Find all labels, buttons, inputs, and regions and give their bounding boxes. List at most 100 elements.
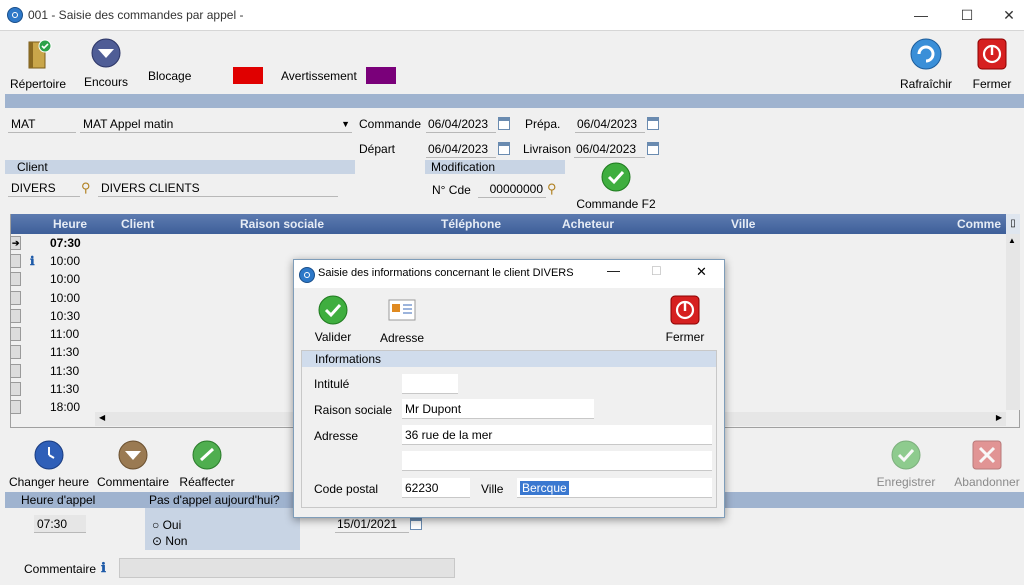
oui-label: Oui bbox=[162, 518, 182, 532]
ville-label: Ville bbox=[481, 482, 504, 496]
valider-label: Valider bbox=[314, 330, 352, 344]
reaffecter-button[interactable]: Réaffecter bbox=[174, 440, 240, 489]
prepa-date-field[interactable]: 06/04/2023 bbox=[575, 115, 645, 133]
minimize-button[interactable]: — bbox=[898, 0, 944, 30]
grid-menu-icon[interactable]: ▯ bbox=[1006, 214, 1020, 234]
repertoire-label: Répertoire bbox=[9, 77, 67, 91]
intitule-input[interactable] bbox=[402, 374, 458, 394]
enregistrer-button[interactable]: Enregistrer bbox=[870, 440, 942, 489]
adresse-button[interactable]: Adresse bbox=[376, 298, 428, 345]
maximize-button[interactable]: ☐ bbox=[944, 0, 990, 30]
dialog-title: Saisie des informations concernant le cl… bbox=[318, 267, 574, 279]
raison-sociale-label: Raison sociale bbox=[314, 403, 393, 417]
row-selector[interactable] bbox=[10, 364, 21, 378]
adresse-line2-input[interactable] bbox=[402, 451, 712, 471]
row-selector[interactable] bbox=[10, 272, 21, 286]
informations-header: Informations bbox=[302, 351, 716, 367]
changer-heure-label: Changer heure bbox=[8, 475, 90, 489]
col-client[interactable]: Client bbox=[121, 214, 154, 234]
valider-button[interactable]: Valider bbox=[310, 295, 356, 344]
commande-f2-button[interactable]: Commande F2 bbox=[572, 162, 660, 211]
window-title-bar: 001 - Saisie des commandes par appel - —… bbox=[0, 0, 1024, 31]
depart-date-field[interactable]: 06/04/2023 bbox=[426, 140, 496, 158]
commentaire-button[interactable]: Commentaire bbox=[94, 440, 172, 489]
informations-label: Informations bbox=[315, 352, 382, 366]
row-heure: 11:30 bbox=[50, 382, 80, 396]
row-selector[interactable] bbox=[10, 327, 21, 341]
heure-appel-field[interactable]: 07:30 bbox=[34, 515, 86, 533]
abandonner-button[interactable]: Abandonner bbox=[950, 440, 1024, 489]
oui-radio[interactable]: ○ Oui bbox=[152, 518, 181, 532]
row-selector[interactable]: ➔ bbox=[10, 236, 21, 250]
rafraichir-button[interactable]: Rafraîchir bbox=[896, 38, 956, 91]
col-acheteur[interactable]: Acheteur bbox=[562, 214, 614, 234]
ncde-field[interactable]: 00000000 bbox=[478, 180, 546, 198]
col-raison-sociale[interactable]: Raison sociale bbox=[240, 214, 324, 234]
repertoire-button[interactable]: Répertoire bbox=[6, 38, 70, 91]
client-name-field: DIVERS CLIENTS bbox=[98, 179, 338, 197]
scroll-left-icon[interactable]: ◀ bbox=[99, 413, 105, 422]
table-row[interactable]: ➔ 07:30 bbox=[10, 234, 1005, 252]
col-heure[interactable]: Heure bbox=[53, 214, 87, 234]
search-key-icon[interactable]: ⚲ bbox=[547, 181, 557, 197]
tournee-select[interactable]: MAT Appel matin ▼ bbox=[80, 115, 352, 133]
grid-vscrollbar[interactable]: ▲ bbox=[1006, 234, 1020, 410]
commentaire-field-label: Commentaire bbox=[24, 562, 97, 576]
tournee-value: MAT Appel matin bbox=[83, 117, 174, 131]
livraison-label: Livraison bbox=[523, 142, 572, 156]
fermer-button[interactable]: Fermer bbox=[966, 38, 1018, 91]
row-selector[interactable] bbox=[10, 309, 21, 323]
avertissement-color-swatch bbox=[366, 67, 396, 84]
row-selector[interactable] bbox=[10, 291, 21, 305]
chevron-down-icon bbox=[118, 440, 148, 470]
code-postal-input[interactable]: 62230 bbox=[402, 478, 470, 498]
dialog-fermer-button[interactable]: Fermer bbox=[662, 295, 708, 344]
row-selector[interactable] bbox=[10, 382, 21, 396]
calendar-icon[interactable] bbox=[498, 142, 510, 155]
code-field[interactable]: MAT bbox=[8, 115, 76, 133]
ncde-label: N° Cde bbox=[432, 183, 471, 197]
row-selector[interactable] bbox=[10, 345, 21, 359]
col-telephone[interactable]: Téléphone bbox=[441, 214, 501, 234]
dialog-maximize-button[interactable]: ☐ bbox=[651, 264, 662, 278]
calendar-icon[interactable] bbox=[410, 517, 422, 530]
ville-selected-text: Bercque bbox=[520, 481, 569, 495]
scroll-up-icon[interactable]: ▲ bbox=[1008, 236, 1016, 245]
row-selector[interactable] bbox=[10, 400, 21, 414]
search-key-icon[interactable]: ⚲ bbox=[81, 180, 91, 196]
row-selector[interactable] bbox=[10, 254, 21, 268]
scroll-right-icon[interactable]: ▶ bbox=[996, 413, 1002, 422]
checkmark-icon bbox=[891, 440, 921, 470]
client-code-field[interactable]: DIVERS bbox=[8, 179, 80, 197]
window-title: 001 - Saisie des commandes par appel - bbox=[28, 8, 244, 22]
blocage-color-swatch bbox=[233, 67, 263, 84]
encours-button[interactable]: Encours bbox=[78, 38, 134, 89]
calendar-icon[interactable] bbox=[647, 142, 659, 155]
dialog-fermer-label: Fermer bbox=[665, 330, 705, 344]
ville-input[interactable]: Bercque bbox=[517, 478, 712, 498]
commande-date-field[interactable]: 06/04/2023 bbox=[426, 115, 496, 133]
chevron-down-icon[interactable]: ▼ bbox=[341, 115, 350, 133]
col-commentaire[interactable]: Comme bbox=[957, 214, 1001, 234]
calendar-icon[interactable] bbox=[647, 117, 659, 130]
close-button[interactable]: ✕ bbox=[986, 0, 1024, 30]
adresse-line1-input[interactable]: 36 rue de la mer bbox=[402, 425, 712, 445]
adresse-label: Adresse bbox=[314, 429, 359, 443]
dialog-close-button[interactable]: ✕ bbox=[696, 264, 707, 280]
col-ville[interactable]: Ville bbox=[731, 214, 755, 234]
client-label: Client bbox=[17, 160, 48, 174]
livraison-date-field[interactable]: 06/04/2023 bbox=[574, 140, 645, 158]
row-heure: 10:00 bbox=[50, 272, 81, 286]
fermer-label: Fermer bbox=[972, 77, 1012, 91]
commentaire-input[interactable] bbox=[119, 558, 455, 578]
reassign-icon bbox=[192, 440, 222, 470]
non-radio[interactable]: ⊙ Non bbox=[152, 534, 187, 548]
calendar-icon[interactable] bbox=[498, 117, 510, 130]
row-heure: 10:00 bbox=[50, 291, 81, 305]
commande-label: Commande bbox=[359, 117, 422, 131]
folder-book-icon bbox=[28, 39, 52, 69]
dialog-minimize-button[interactable]: — bbox=[607, 263, 620, 278]
changer-heure-button[interactable]: Changer heure bbox=[4, 440, 94, 489]
raison-sociale-input[interactable]: Mr Dupont bbox=[402, 399, 594, 419]
row-heure: 11:30 bbox=[50, 364, 80, 378]
